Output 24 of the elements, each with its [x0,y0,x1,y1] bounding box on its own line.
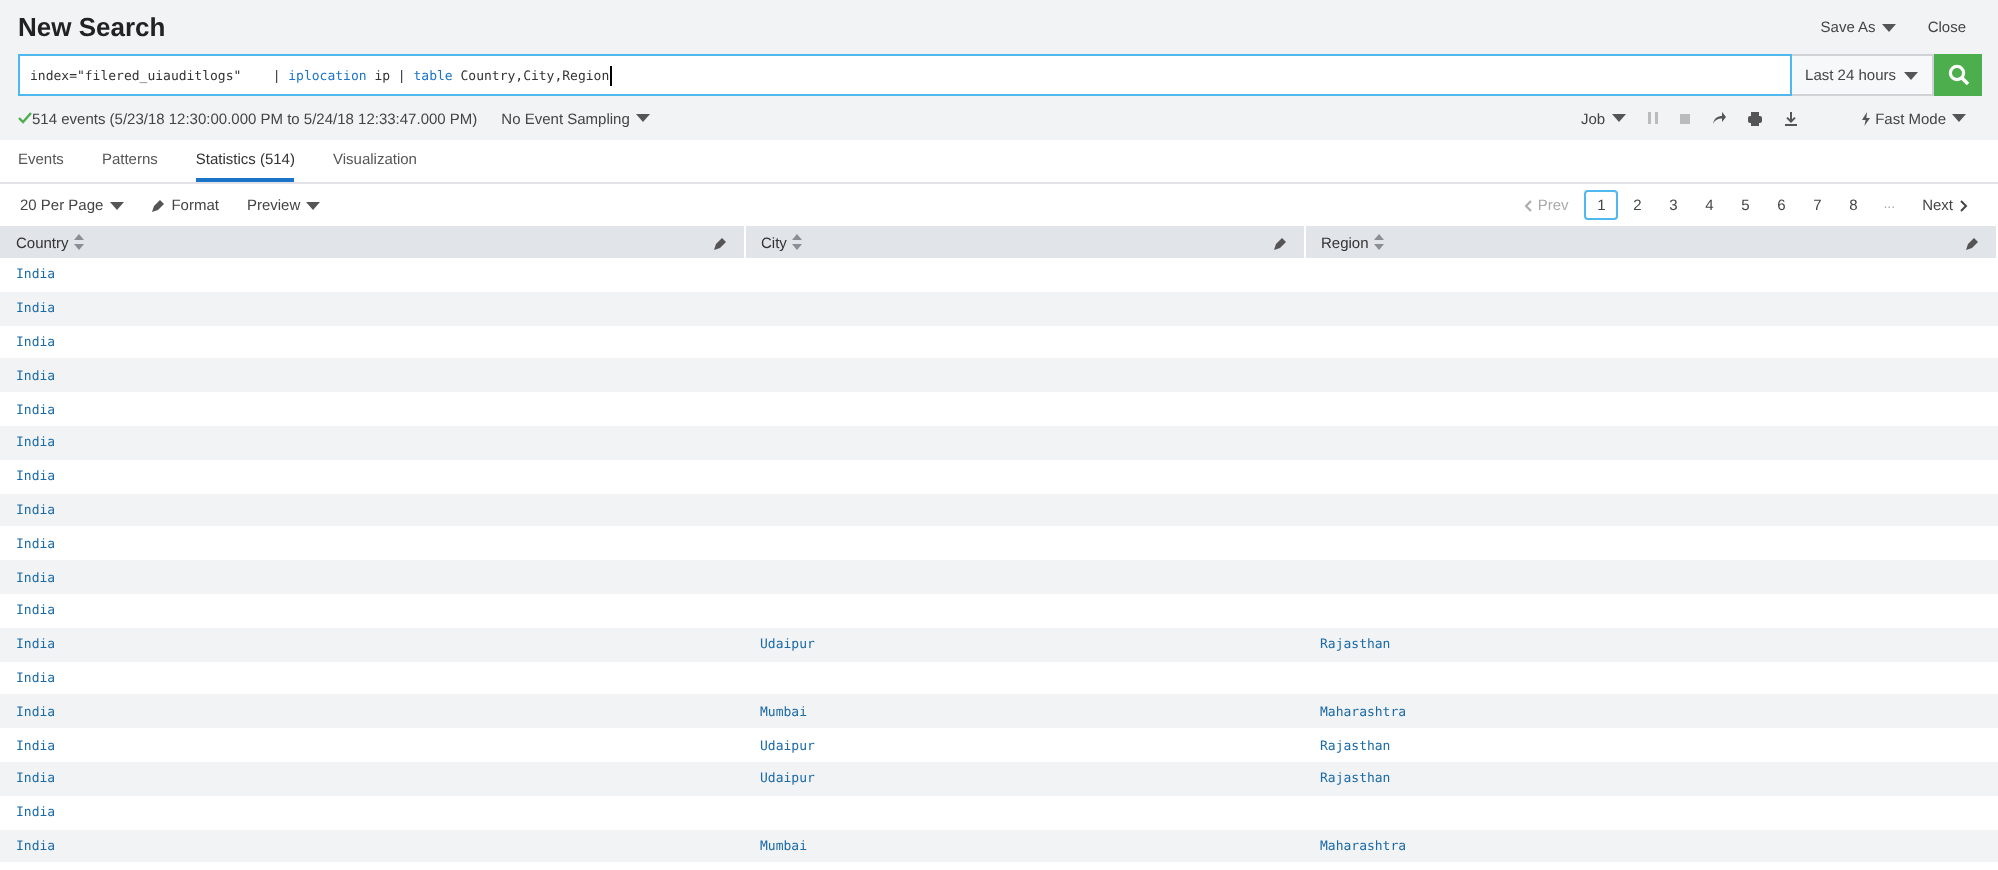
caret-icon [1904,71,1918,79]
sort-icon [792,234,803,250]
search-icon [1947,64,1969,86]
check-icon [18,112,32,124]
pencil-icon[interactable] [1273,235,1287,249]
pencil-icon[interactable] [151,198,166,212]
chevron-right-icon [1959,199,1967,211]
caret-icon [1952,114,1966,122]
print-icon[interactable] [1747,111,1762,125]
sort-icon [1374,234,1385,250]
caret-icon [109,201,124,209]
caret-icon [306,201,321,209]
page-title: New Search [18,12,166,42]
pencil-icon[interactable] [1966,235,1980,249]
share-icon[interactable] [1711,112,1726,124]
pencil-icon[interactable] [713,235,727,249]
caret-icon [635,114,650,122]
download-icon[interactable] [1783,111,1798,125]
caret-icon [1881,23,1896,31]
lightning-icon [1861,111,1870,125]
search-button[interactable] [1934,54,1982,96]
caret-icon [1611,114,1626,122]
chevron-left-icon [1523,199,1532,211]
sort-icon [74,234,85,250]
